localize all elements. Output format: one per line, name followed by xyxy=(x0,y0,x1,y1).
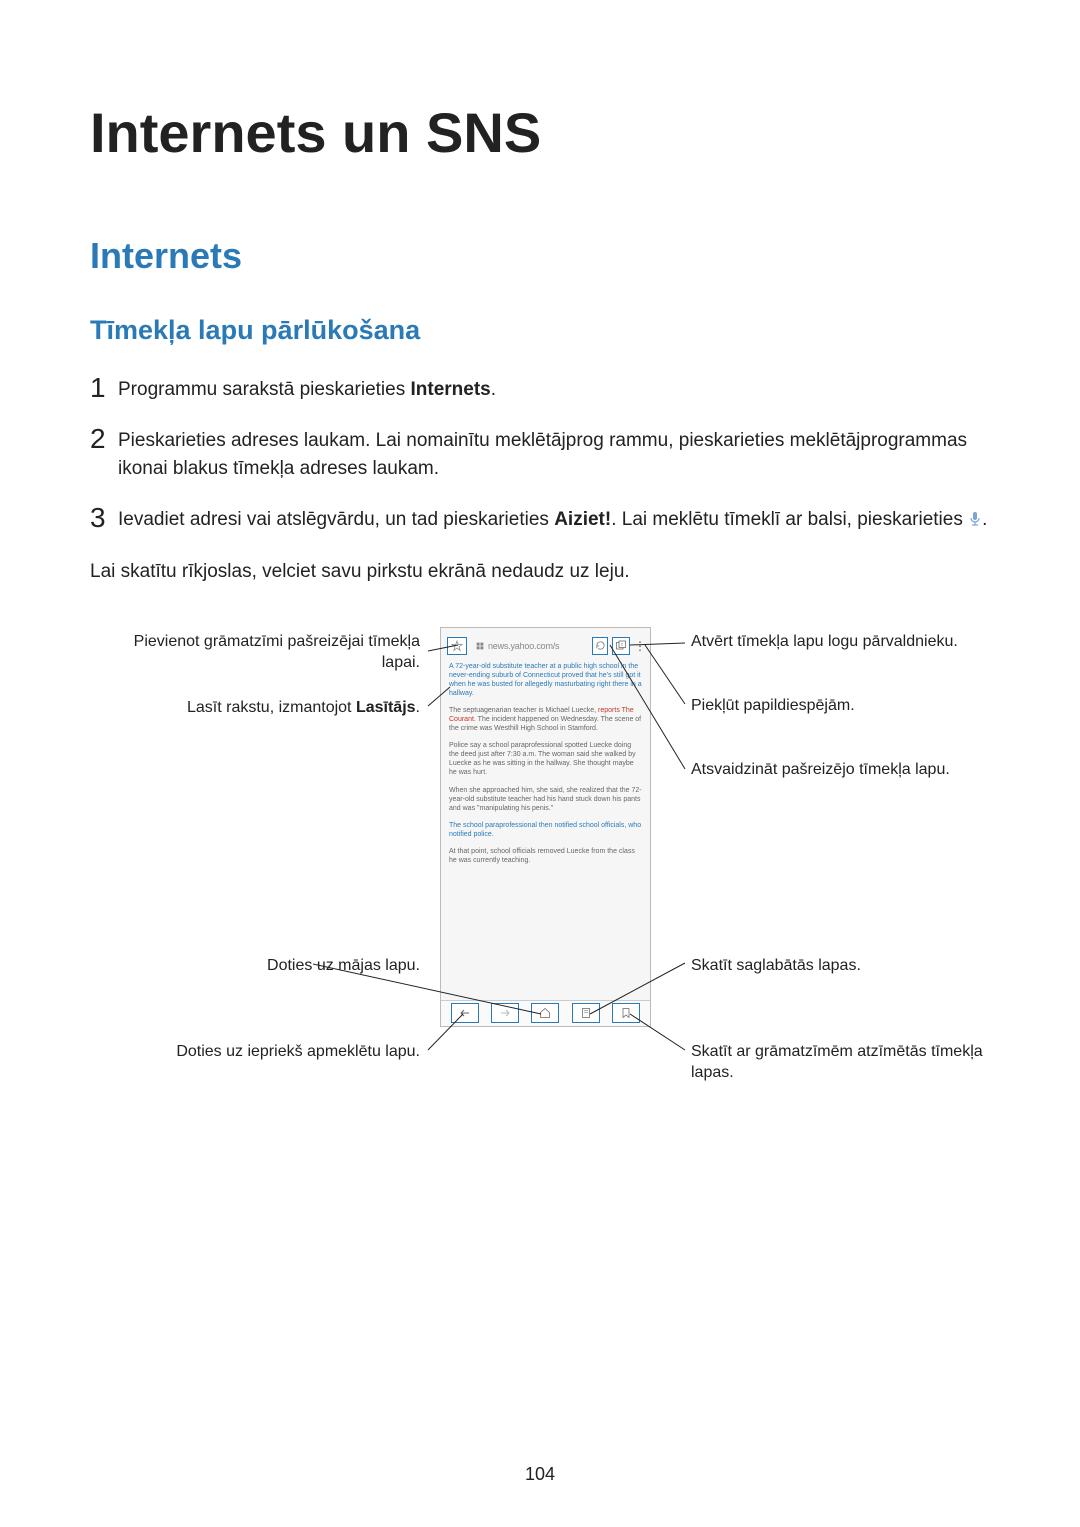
callout-more-options: Piekļūt papildiespējām. xyxy=(691,695,1011,717)
saved-pages-icon[interactable] xyxy=(572,1003,600,1023)
period: . xyxy=(982,509,987,530)
step-text: Programmu sarakstā pieskarieties Interne… xyxy=(118,376,496,405)
callout-home: Doties uz mājas lapu. xyxy=(100,955,420,977)
callout-back: Doties uz iepriekš apmeklētu lapu. xyxy=(100,1041,420,1063)
callout-reader: Lasīt rakstu, izmantojot Lasītājs. xyxy=(100,697,420,719)
step-text-pre: Ievadiet adresi vai atslēgvārdu, un tad … xyxy=(118,509,554,530)
page-title: Internets un SNS xyxy=(90,100,990,165)
step-number: 1 xyxy=(90,374,118,402)
subsection-title: Tīmekļa lapu pārlūkošana xyxy=(90,315,990,346)
callout-reader-bold: Lasītājs xyxy=(356,699,416,716)
kebab-menu-icon[interactable]: ⋮ xyxy=(634,644,644,648)
windows-icon[interactable]: 2 xyxy=(612,637,630,655)
reader-article: A 72-year-old substitute teacher at a pu… xyxy=(449,662,642,874)
step-number: 2 xyxy=(90,425,118,453)
step-text-bold: Internets xyxy=(411,379,491,400)
steps-list: 1 Programmu sarakstā pieskarieties Inter… xyxy=(90,376,990,536)
step-text-post: . xyxy=(491,379,496,400)
bookmarks-icon[interactable] xyxy=(612,1003,640,1023)
after-steps-paragraph: Lai skatītu rīkjoslas, velciet savu pirk… xyxy=(90,558,990,587)
callout-bookmarks-list: Skatīt ar grāmatzīmēm atzīmētās tīmekļa … xyxy=(691,1041,1011,1084)
step-text-pre: Pieskarieties adreses laukam. Lai nomain… xyxy=(118,430,967,480)
article-p2a: The septuagenarian teacher is Michael Lu… xyxy=(449,707,596,714)
annotated-screenshot-diagram: news.yahoo.com/s 2 ⋮ A 72-year-old subst… xyxy=(90,627,990,1127)
mic-icon xyxy=(968,508,982,537)
phone-screenshot: news.yahoo.com/s 2 ⋮ A 72-year-old subst… xyxy=(440,627,651,1027)
step-text: Ievadiet adresi vai atslēgvārdu, un tad … xyxy=(118,506,987,537)
back-icon[interactable] xyxy=(451,1003,479,1023)
bookmark-star-icon[interactable] xyxy=(447,637,467,655)
home-icon[interactable] xyxy=(531,1003,559,1023)
url-text: news.yahoo.com/s xyxy=(488,641,559,651)
step-number: 3 xyxy=(90,504,118,532)
forward-icon[interactable] xyxy=(491,1003,519,1023)
step-text: Pieskarieties adreses laukam. Lai nomain… xyxy=(118,427,990,484)
callout-add-bookmark: Pievienot grāmatzīmi pašreizējai tīmekļa… xyxy=(100,631,420,674)
article-p6: At that point, school officials removed … xyxy=(449,847,642,865)
callout-saved-pages: Skatīt saglabātās lapas. xyxy=(691,955,1011,977)
address-bar[interactable]: news.yahoo.com/s xyxy=(471,637,588,655)
step-text-post: . Lai meklētu tīmeklī ar balsi, pieskari… xyxy=(611,509,968,530)
article-p5: The school paraprofessional then notifie… xyxy=(449,821,642,839)
step-3: 3 Ievadiet adresi vai atslēgvārdu, un ta… xyxy=(90,506,990,537)
callout-refresh: Atsvaidzināt pašreizējo tīmekļa lapu. xyxy=(691,759,1011,781)
callout-reader-pre: Lasīt rakstu, izmantojot xyxy=(187,699,356,716)
section-title: Internets xyxy=(90,235,990,277)
step-text-bold: Aiziet! xyxy=(554,509,611,530)
page-number: 104 xyxy=(0,1464,1080,1485)
step-1: 1 Programmu sarakstā pieskarieties Inter… xyxy=(90,376,990,405)
article-p3: Police say a school paraprofessional spo… xyxy=(449,741,642,777)
article-p4: When she approached him, she said, she r… xyxy=(449,786,642,813)
article-p2c: The incident happened on Wednesday. The … xyxy=(449,716,641,732)
refresh-icon[interactable] xyxy=(592,637,608,655)
url-bar: news.yahoo.com/s 2 ⋮ xyxy=(447,636,644,656)
step-text-pre: Programmu sarakstā pieskarieties xyxy=(118,379,411,400)
step-2: 2 Pieskarieties adreses laukam. Lai noma… xyxy=(90,427,990,484)
article-p1: A 72-year-old substitute teacher at a pu… xyxy=(449,663,642,697)
callout-window-manager: Atvērt tīmekļa lapu logu pārvaldnieku. xyxy=(691,631,1011,653)
callout-reader-post: . xyxy=(416,699,420,716)
browser-nav-bar xyxy=(441,1000,650,1026)
